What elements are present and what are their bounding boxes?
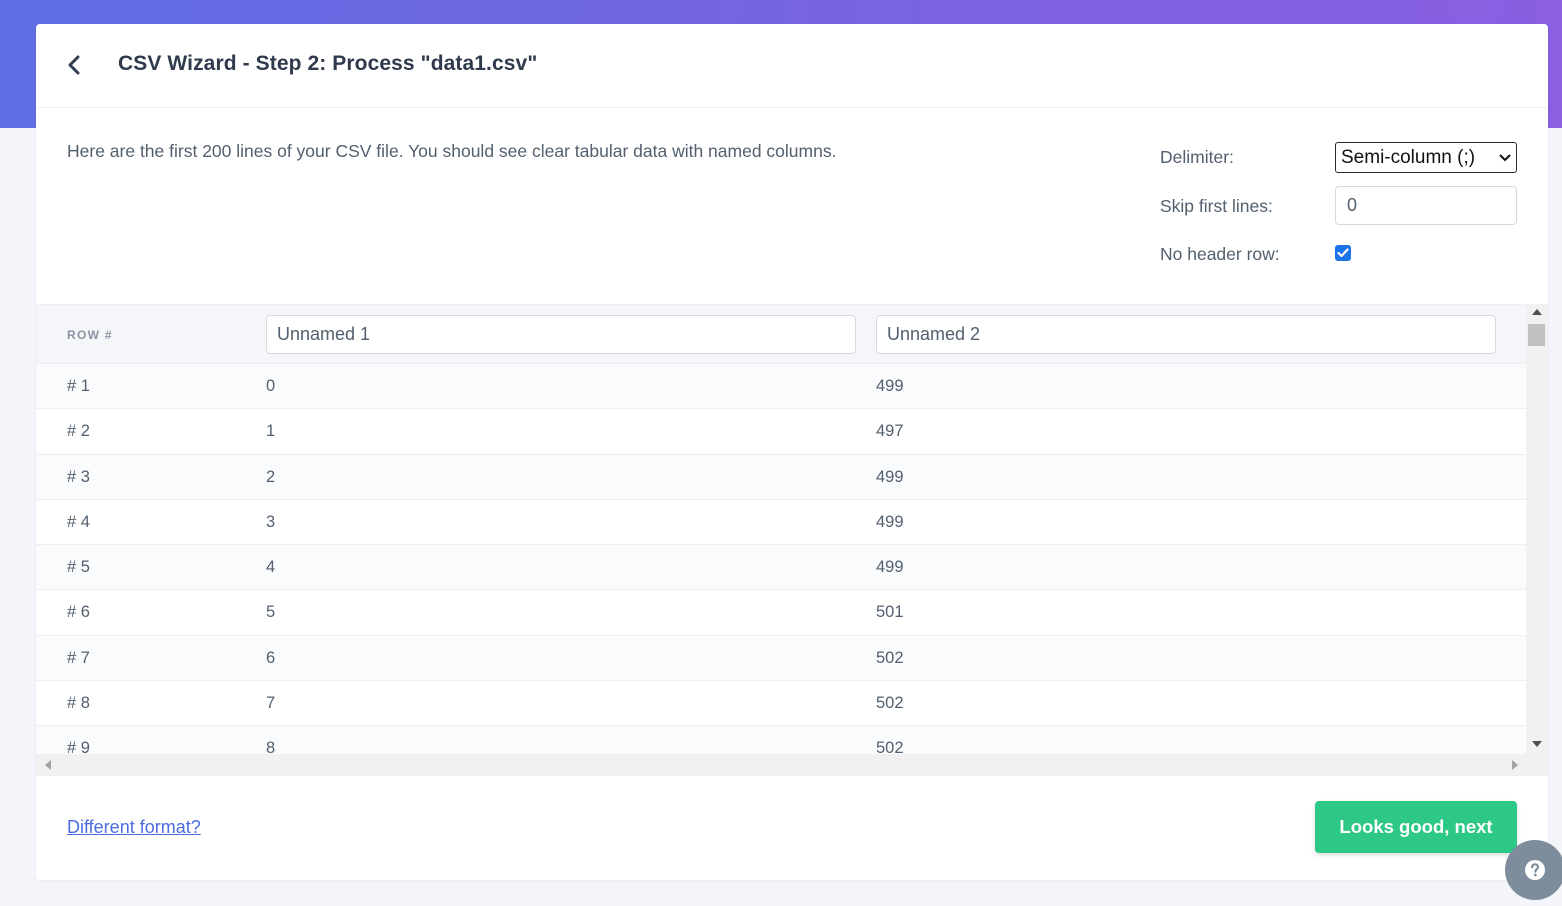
table-cell: 502 xyxy=(876,739,904,754)
table-header: ROW # xyxy=(36,304,1526,364)
row-number-header: ROW # xyxy=(67,328,113,342)
scroll-right-arrow-icon[interactable] xyxy=(1512,760,1518,770)
table-cell: 0 xyxy=(266,377,276,395)
table-cell: 4 xyxy=(266,558,276,577)
table-cell: 499 xyxy=(876,467,904,486)
chevron-left-icon xyxy=(68,55,80,75)
row-number-cell: # 4 xyxy=(67,512,90,531)
table-cell: 6 xyxy=(266,648,276,667)
table-cell: 499 xyxy=(876,512,904,531)
checkmark-icon xyxy=(1337,248,1349,258)
table-row: # 2 1 497 xyxy=(36,409,1526,455)
chevron-down-icon xyxy=(1499,153,1511,162)
table-cell: 8 xyxy=(266,739,276,754)
table-row: # 6 5 501 xyxy=(36,590,1526,636)
table-row: # 5 4 499 xyxy=(36,545,1526,591)
scroll-down-arrow-icon[interactable] xyxy=(1532,741,1542,747)
page-title: CSV Wizard - Step 2: Process "data1.csv" xyxy=(118,52,538,75)
back-button[interactable] xyxy=(60,50,88,80)
wizard-header: CSV Wizard - Step 2: Process "data1.csv" xyxy=(36,24,1548,108)
looks-good-next-button[interactable]: Looks good, next xyxy=(1315,801,1517,853)
wizard-card: CSV Wizard - Step 2: Process "data1.csv"… xyxy=(36,24,1548,880)
table-cell: 502 xyxy=(876,648,904,667)
row-number-cell: # 2 xyxy=(67,422,90,441)
skip-lines-label: Skip first lines: xyxy=(1160,196,1273,216)
delimiter-select[interactable]: Semi-column (;) xyxy=(1335,142,1517,173)
column-name-input-1[interactable] xyxy=(266,315,856,354)
table-row: # 3 2 499 xyxy=(36,454,1526,500)
table-cell: 501 xyxy=(876,603,904,622)
row-number-cell: # 9 xyxy=(67,739,90,754)
scroll-left-arrow-icon[interactable] xyxy=(45,760,51,770)
row-number-cell: # 3 xyxy=(67,467,90,486)
no-header-label: No header row: xyxy=(1160,244,1280,264)
skip-lines-input[interactable] xyxy=(1335,186,1517,225)
table-row: # 1 0 499 xyxy=(36,364,1526,410)
help-button[interactable] xyxy=(1505,840,1562,900)
table-cell: 497 xyxy=(876,422,904,441)
table-body: # 1 0 499 # 2 1 497 # 3 2 499 # 4 3 499 … xyxy=(36,364,1526,754)
table-cell: 499 xyxy=(876,558,904,577)
table-cell: 5 xyxy=(266,603,276,622)
table-row: # 4 3 499 xyxy=(36,500,1526,546)
vertical-scrollbar[interactable] xyxy=(1526,304,1548,754)
row-number-cell: # 8 xyxy=(67,694,90,713)
table-row: # 7 6 502 xyxy=(36,635,1526,682)
intro-text: Here are the first 200 lines of your CSV… xyxy=(67,141,837,161)
horizontal-scrollbar[interactable] xyxy=(36,754,1548,776)
row-number-cell: # 5 xyxy=(67,558,90,577)
vertical-scrollbar-thumb[interactable] xyxy=(1528,324,1545,346)
no-header-checkbox[interactable] xyxy=(1335,245,1351,261)
scroll-up-arrow-icon[interactable] xyxy=(1532,309,1542,315)
csv-preview-table: ROW # # 1 0 499 # 2 1 497 # 3 2 499 # 4 xyxy=(36,304,1548,777)
table-cell: 7 xyxy=(266,694,276,713)
table-cell: 1 xyxy=(266,422,276,441)
delimiter-select-value: Semi-column (;) xyxy=(1341,146,1476,168)
row-number-cell: # 6 xyxy=(67,603,90,622)
question-mark-icon xyxy=(1525,860,1545,880)
delimiter-label: Delimiter: xyxy=(1160,147,1234,167)
table-cell: 502 xyxy=(876,694,904,713)
table-cell: 3 xyxy=(266,512,276,531)
table-cell: 2 xyxy=(266,467,276,486)
column-name-input-2[interactable] xyxy=(876,315,1496,354)
row-number-cell: # 7 xyxy=(67,648,90,667)
different-format-link[interactable]: Different format? xyxy=(67,817,201,838)
table-row: # 9 8 502 xyxy=(36,726,1526,754)
table-row: # 8 7 502 xyxy=(36,681,1526,727)
row-number-cell: # 1 xyxy=(67,377,90,395)
table-cell: 499 xyxy=(876,377,904,395)
